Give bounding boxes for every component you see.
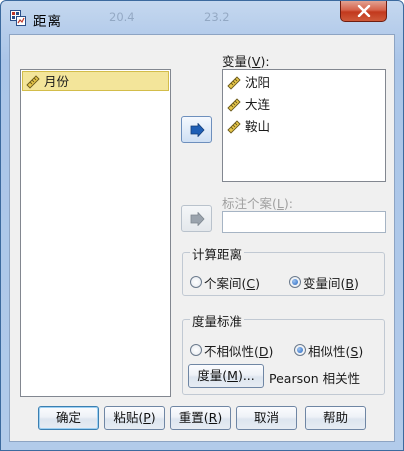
cases-radio[interactable] [190,276,202,288]
similarity-radio[interactable] [294,344,306,356]
current-measure: Pearson 相关性 [269,371,361,386]
label-cases-field[interactable] [222,211,386,233]
ok-button[interactable]: 确定 [38,406,99,430]
list-item-label: 大连 [245,97,271,112]
close-button[interactable] [340,1,387,22]
compute-distance-group: 计算距离 个案间(C) 变量间(B) [182,244,385,296]
measure-group: 度量标准 不相似性(D) 相似性(S) 度量(M)... Pearson 相关性 [182,311,385,395]
ruler-scale-icon [227,76,241,90]
close-icon [357,5,371,17]
list-item[interactable]: 沈阳 [224,73,384,93]
list-item[interactable]: 月份 [22,71,169,91]
arrow-right-icon [190,212,205,226]
reset-button[interactable]: 重置(R) [170,406,231,430]
list-item-label: 月份 [44,74,70,89]
title-bar[interactable]: 距离 20.4 23.2 [1,1,403,35]
variables-radio[interactable] [289,276,301,288]
help-button[interactable]: 帮助 [305,406,366,430]
ruler-scale-icon [26,75,40,89]
measure-title: 度量标准 [190,311,245,330]
window-title: 距离 [33,14,62,30]
similarity-radio-label[interactable]: 相似性(S) [308,341,363,360]
move-to-label-cases-button[interactable] [181,205,212,232]
source-variable-list[interactable]: 月份 [20,69,171,397]
spss-app-icon [10,10,26,26]
move-to-variables-button[interactable] [181,116,212,143]
list-item-label: 沈阳 [245,75,271,90]
cancel-button[interactable]: 取消 [236,406,297,430]
paste-button[interactable]: 粘贴(P) [104,406,165,430]
background-value-1: 20.4 [109,10,135,24]
measures-button[interactable]: 度量(M)... [188,364,264,388]
arrow-right-icon [190,123,205,137]
cases-radio-label[interactable]: 个案间(C) [204,273,260,292]
variables-label: 变量(V): [222,54,270,69]
background-value-2: 23.2 [204,10,230,24]
compute-distance-title: 计算距离 [190,244,245,263]
variables-radio-label[interactable]: 变量间(B) [303,273,359,292]
distance-dialog: 距离 20.4 23.2 月份 变量(V): 沈阳 大连 鞍山 标注个案(L):… [0,0,404,451]
dissimilarity-radio-label[interactable]: 不相似性(D) [204,341,273,360]
list-item[interactable]: 鞍山 [224,117,384,137]
list-item-label: 鞍山 [245,119,271,134]
label-cases-label: 标注个案(L): [222,196,293,211]
list-item[interactable]: 大连 [224,95,384,115]
dissimilarity-radio[interactable] [190,344,202,356]
dialog-body: 月份 变量(V): 沈阳 大连 鞍山 标注个案(L): 计算距离 个案间(C) … [9,34,395,442]
ruler-scale-icon [227,120,241,134]
variables-list[interactable]: 沈阳 大连 鞍山 [222,69,386,182]
ruler-scale-icon [227,98,241,112]
